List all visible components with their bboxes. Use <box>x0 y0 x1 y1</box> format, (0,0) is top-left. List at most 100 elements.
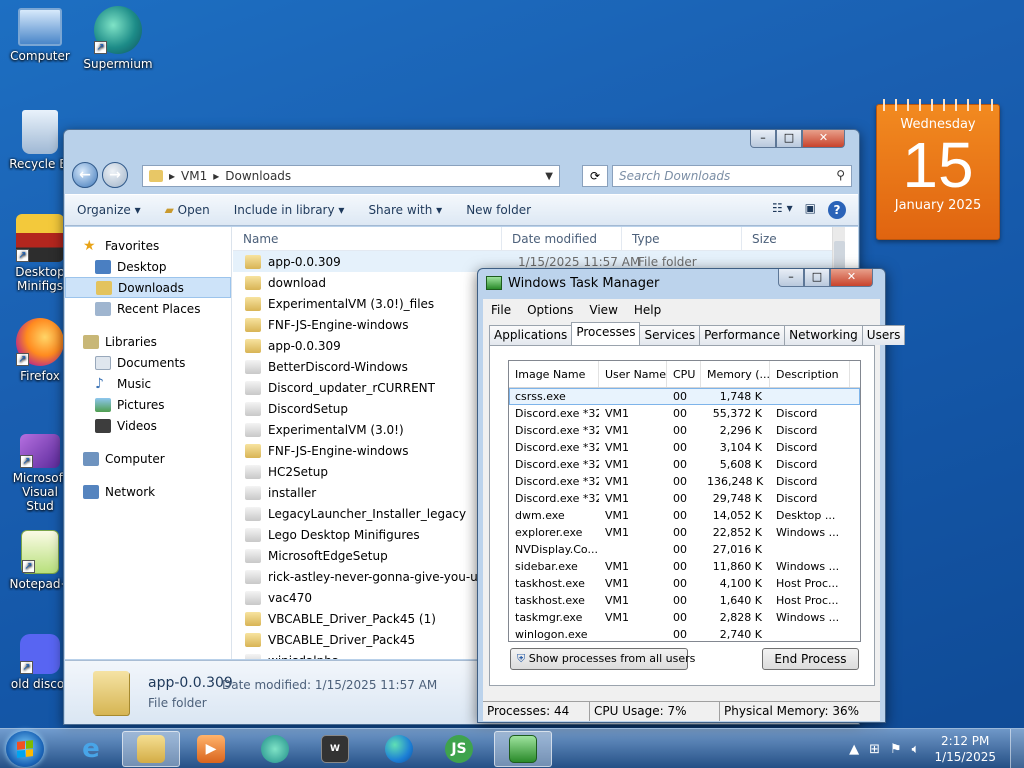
column-header-type[interactable]: Type <box>622 227 742 251</box>
column-header-date-modified[interactable]: Date modified <box>502 227 622 251</box>
process-list[interactable]: Image Name User Name CPU Memory (... Des… <box>508 360 861 642</box>
help-icon[interactable]: ? <box>828 201 846 219</box>
column-header-cpu[interactable]: CPU <box>667 361 701 387</box>
nav-music[interactable]: ♪ Music <box>65 373 231 394</box>
process-row[interactable]: Discord.exe *32 VM1 00 3,104 K Discord <box>509 439 860 456</box>
show-desktop-button[interactable] <box>1010 729 1024 768</box>
taskbar-internet-explorer[interactable]: e <box>62 731 120 767</box>
nav-label: Desktop <box>117 259 167 274</box>
process-row[interactable]: explorer.exe VM1 00 22,852 K Windows ... <box>509 524 860 541</box>
column-header-size[interactable]: Size <box>742 227 832 251</box>
start-button[interactable] <box>6 731 44 767</box>
action-center-flag-icon[interactable]: ⚑ <box>890 742 902 757</box>
folder-icon <box>245 317 261 332</box>
process-row[interactable]: taskmgr.exe VM1 00 2,828 K Windows ... <box>509 609 860 626</box>
show-all-users-button[interactable]: ⛨ Show processes from all users <box>510 648 695 670</box>
nav-favorites[interactable]: ★ Favorites <box>65 235 231 256</box>
taskbar-task-manager[interactable] <box>494 731 552 767</box>
tab-performance[interactable]: Performance <box>699 325 786 345</box>
nav-libraries[interactable]: Libraries <box>65 331 231 352</box>
process-mem: 4,100 K <box>719 577 762 590</box>
taskbar-winisd[interactable]: W <box>306 731 364 767</box>
process-row[interactable]: taskhost.exe VM1 00 1,640 K Host Proc... <box>509 592 860 609</box>
process-cpu: 00 <box>673 492 687 505</box>
end-process-button[interactable]: End Process <box>762 648 859 670</box>
preview-pane-icon[interactable]: ▣ <box>805 201 816 219</box>
process-row[interactable]: csrss.exe 00 1,748 K <box>509 388 860 405</box>
menu-file[interactable]: File <box>483 303 519 317</box>
close-button[interactable]: ✕ <box>830 269 873 287</box>
breadcrumb-item[interactable]: VM1 <box>181 169 207 183</box>
nav-recent-places[interactable]: Recent Places <box>65 298 231 319</box>
process-row[interactable]: dwm.exe VM1 00 14,052 K Desktop ... <box>509 507 860 524</box>
maximize-button[interactable]: □ <box>804 269 830 287</box>
taskbar-supermium[interactable] <box>246 731 304 767</box>
calendar-gadget[interactable]: Wednesday 15 January 2025 <box>876 99 1000 240</box>
nav-videos[interactable]: Videos <box>65 415 231 436</box>
nav-network[interactable]: Network <box>65 481 231 502</box>
forward-button[interactable]: → <box>102 162 128 188</box>
minimize-button[interactable]: – <box>750 130 776 148</box>
show-hidden-icons-icon[interactable]: ▲ <box>849 742 859 757</box>
menu-view[interactable]: View <box>581 303 625 317</box>
process-mem: 27,016 K <box>712 543 762 556</box>
process-row[interactable]: sidebar.exe VM1 00 11,860 K Windows ... <box>509 558 860 575</box>
back-button[interactable]: ← <box>72 162 98 188</box>
process-image: Discord.exe *32 <box>515 441 599 454</box>
volume-icon[interactable]: 🔈︎ <box>912 742 920 757</box>
maximize-button[interactable]: □ <box>776 130 802 148</box>
column-header-name[interactable]: Name <box>233 227 502 251</box>
taskbar-media-player[interactable]: ▶ <box>182 731 240 767</box>
address-dropdown-icon[interactable]: ▼ <box>545 171 553 182</box>
include-in-library-button[interactable]: Include in library ▾ <box>222 203 357 217</box>
process-desc <box>770 541 850 558</box>
tab-users[interactable]: Users <box>861 325 906 345</box>
minimize-button[interactable]: – <box>778 269 804 287</box>
taskbar-js-engine[interactable]: JS <box>430 731 488 767</box>
nav-downloads[interactable]: Downloads <box>65 277 231 298</box>
organize-button[interactable]: Organize ▾ <box>65 203 153 217</box>
share-with-button[interactable]: Share with ▾ <box>356 203 454 217</box>
process-row[interactable]: Discord.exe *32 VM1 00 29,748 K Discord <box>509 490 860 507</box>
refresh-button[interactable]: ⟳ <box>582 165 608 187</box>
desktop-icon-computer[interactable]: Computer <box>2 8 78 63</box>
tab-processes[interactable]: Processes <box>571 322 641 345</box>
close-button[interactable]: ✕ <box>802 130 845 148</box>
process-row[interactable]: Discord.exe *32 VM1 00 136,248 K Discord <box>509 473 860 490</box>
view-options-icon[interactable]: ☷ ▾ <box>772 201 793 219</box>
nav-documents[interactable]: Documents <box>65 352 231 373</box>
process-row[interactable]: Discord.exe *32 VM1 00 55,372 K Discord <box>509 405 860 422</box>
shortcut-arrow-icon: ↗ <box>16 353 29 366</box>
menu-help[interactable]: Help <box>626 303 669 317</box>
menu-options[interactable]: Options <box>519 303 581 317</box>
column-headers: Name Date modified Type Size <box>233 227 845 251</box>
open-button[interactable]: ▰ Open <box>153 203 222 217</box>
process-row[interactable]: Discord.exe *32 VM1 00 2,296 K Discord <box>509 422 860 439</box>
nav-pictures[interactable]: Pictures <box>65 394 231 415</box>
nav-computer[interactable]: Computer <box>65 448 231 469</box>
taskbar-explorer[interactable] <box>122 731 180 767</box>
task-manager-window[interactable]: Windows Task Manager – □ ✕ File Options … <box>477 268 906 723</box>
clock[interactable]: 2:12 PM 1/15/2025 <box>934 733 996 765</box>
network-icon[interactable]: ⊞ <box>869 742 880 757</box>
process-desc: Host Proc... <box>776 594 839 607</box>
search-input[interactable]: Search Downloads ⚲ <box>612 165 852 187</box>
process-row[interactable]: NVDisplay.Co... 00 27,016 K <box>509 541 860 558</box>
new-folder-button[interactable]: New folder <box>454 203 543 217</box>
tab-networking[interactable]: Networking <box>784 325 863 345</box>
address-bar[interactable]: ▸ VM1 ▸ Downloads ▼ <box>142 165 560 187</box>
tab-services[interactable]: Services <box>639 325 701 345</box>
desktop-icon-supermium[interactable]: ↗ Supermium <box>80 6 156 71</box>
process-row[interactable]: Discord.exe *32 VM1 00 5,608 K Discord <box>509 456 860 473</box>
nav-desktop[interactable]: Desktop <box>65 256 231 277</box>
column-header-description[interactable]: Description <box>770 361 850 387</box>
process-row[interactable]: winlogon.exe 00 2,740 K <box>509 626 860 641</box>
column-header-image-name[interactable]: Image Name <box>509 361 599 387</box>
column-header-memory[interactable]: Memory (... <box>701 361 770 387</box>
taskbar-edge[interactable] <box>370 731 428 767</box>
breadcrumb-item[interactable]: Downloads <box>225 169 291 183</box>
file-icon <box>245 611 261 626</box>
process-row[interactable]: taskhost.exe VM1 00 4,100 K Host Proc... <box>509 575 860 592</box>
tab-applications[interactable]: Applications <box>489 325 573 345</box>
column-header-user-name[interactable]: User Name <box>599 361 667 387</box>
